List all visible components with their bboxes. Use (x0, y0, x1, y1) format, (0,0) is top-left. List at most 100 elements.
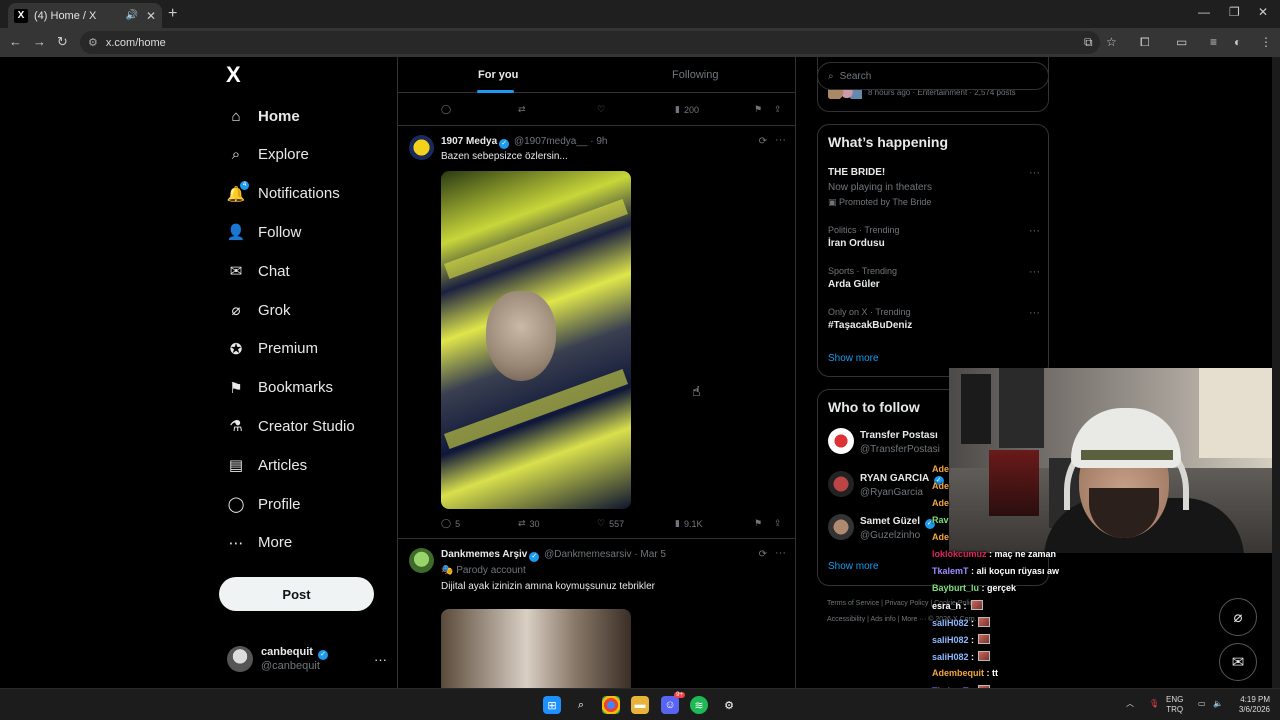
tab-following[interactable]: Following (672, 69, 718, 81)
tweet-author[interactable]: 1907 Medya (441, 136, 497, 147)
browser-menu-icon[interactable]: ⋮ (1260, 35, 1272, 49)
file-explorer-icon[interactable]: ▬ (631, 696, 649, 714)
taskbar-search-icon[interactable]: ⌕ (572, 696, 590, 714)
nav-item-notifications[interactable]: 🔔 4 Notifications (226, 179, 340, 209)
nav-item-profile[interactable]: ◯ Profile (226, 489, 301, 519)
parody-label: Parody account (456, 565, 526, 576)
trend-item[interactable]: Politics · Trending İran Ordusu ··· (828, 225, 1040, 249)
app-icon[interactable]: ⚙ (720, 696, 738, 714)
tweet-image[interactable] (441, 609, 631, 688)
nav-item-grok[interactable]: ⌀ Grok (226, 295, 290, 325)
repost-button[interactable]: ⇄ 30 (518, 518, 540, 529)
split-view-icon[interactable]: ▭ (1176, 35, 1187, 49)
trend-item[interactable]: Only on X · Trending #TaşacakBuDeniz ··· (828, 307, 1040, 331)
microphone-icon[interactable]: 🎙 (1149, 699, 1159, 709)
show-more-link[interactable]: Show more (828, 561, 879, 572)
views-button[interactable]: ▮ 9.1K (675, 518, 702, 529)
nav-item-premium[interactable]: ✪ Premium (226, 334, 318, 364)
tab-for-you[interactable]: For you (478, 69, 518, 81)
tweet-time[interactable]: · Mar 5 (634, 549, 666, 560)
tray-chevron-icon[interactable]: ︿ (1126, 699, 1134, 709)
grok-icon[interactable]: ⟳ (759, 136, 767, 147)
language-indicator[interactable]: ENG TRQ (1166, 695, 1183, 715)
like-button[interactable]: ♡ 557 (597, 518, 624, 529)
account-switcher[interactable]: canbequit ✓ @canbequit ··· (227, 644, 387, 674)
url-field[interactable]: ⚙ x.com/home (80, 31, 1100, 54)
nav-item-explore[interactable]: ⌕ Explore (226, 140, 309, 170)
grok-fab-icon[interactable]: ⌀ (1219, 598, 1257, 636)
chrome-icon[interactable] (602, 696, 620, 714)
trend-more-icon[interactable]: ··· (1029, 307, 1040, 319)
extensions-icon[interactable]: ⧠ (1140, 35, 1150, 50)
tweet-card[interactable]: Dankmemes Arşiv ✓ @Dankmemesarsiv · Mar 5… (398, 539, 795, 688)
tweet-handle[interactable]: @1907medya__ (514, 136, 588, 147)
nav-item-articles[interactable]: ▤ Articles (226, 450, 307, 480)
avatar (828, 514, 854, 540)
windows-start-icon[interactable]: ⊞ (543, 696, 561, 714)
share-icon[interactable]: ⇪ (774, 518, 782, 529)
tweet-video[interactable] (441, 171, 631, 509)
reply-button[interactable]: ◯ 5 (441, 518, 460, 529)
tweet-avatar[interactable] (409, 135, 434, 160)
post-button[interactable]: Post (219, 577, 374, 611)
views-button[interactable]: ▮ 200 (675, 104, 699, 115)
grok-icon[interactable]: ⟳ (759, 549, 767, 560)
install-icon[interactable]: ⧉ (1084, 35, 1093, 50)
nav-item-bookmarks[interactable]: ⚑ Bookmarks (226, 373, 333, 403)
volume-icon[interactable]: 🔈 (1213, 699, 1223, 709)
minimize-icon[interactable]: — (1198, 5, 1210, 19)
window-close-icon[interactable]: ✕ (1258, 5, 1268, 19)
tab-close-icon[interactable]: ✕ (146, 9, 156, 23)
nav-item-home[interactable]: ⌂ Home (226, 101, 299, 131)
address-bar-row: ← → ↻ ⚙ x.com/home ⧉ ☆ ⧠ ▭ ≡ ◐ ⋮ (0, 28, 1280, 57)
bookmark-icon[interactable]: ⚑ (754, 104, 762, 115)
tweet-card[interactable]: 1907 Medya ✓ @1907medya__ · 9h ⟳ ··· Baze… (398, 126, 795, 537)
nav-item-chat[interactable]: ✉ Chat (226, 256, 290, 286)
like-icon[interactable]: ♡ (597, 104, 605, 115)
trend-more-icon[interactable]: ··· (1029, 266, 1040, 278)
nav-item-follow[interactable]: 👤 Follow (226, 217, 302, 247)
account-more-icon[interactable]: ··· (374, 652, 387, 667)
show-more-link[interactable]: Show more (828, 353, 879, 364)
person-plus-icon: 👤 (226, 224, 246, 242)
messages-fab-icon[interactable]: ✉ (1219, 643, 1257, 681)
follow-handle: @Guzelzinho (860, 530, 921, 541)
bookmark-star-icon[interactable]: ☆ (1106, 35, 1117, 49)
bookmark-icon[interactable]: ⚑ (754, 518, 762, 529)
chat-emote-icon (978, 634, 991, 644)
speaker-icon[interactable]: 🔊 (125, 10, 137, 21)
reload-icon[interactable]: ↻ (57, 34, 68, 50)
share-icon[interactable]: ⇪ (774, 104, 782, 115)
restore-icon[interactable]: ❐ (1229, 5, 1240, 19)
x-logo-icon[interactable]: X (226, 64, 248, 86)
repost-icon[interactable]: ⇄ (518, 104, 526, 115)
trend-item[interactable]: THE BRIDE! Now playing in theaters ▣ Pro… (828, 167, 1040, 208)
chat-message: saliH082 : (932, 651, 991, 662)
tweet-author[interactable]: Dankmemes Arşiv (441, 549, 527, 560)
nav-item-more[interactable]: ⋯ More (226, 528, 293, 558)
tweet-more-icon[interactable]: ··· (775, 547, 786, 559)
trend-item[interactable]: Sports · Trending Arda Güler ··· (828, 266, 1040, 290)
site-info-icon[interactable]: ⚙ (88, 36, 98, 49)
new-tab-button[interactable]: + (168, 5, 177, 23)
tweet-handle[interactable]: @Dankmemesarsiv (544, 549, 631, 560)
forward-icon[interactable]: → (33, 34, 46, 49)
browser-tab[interactable]: X (4) Home / X 🔊 ✕ (8, 3, 162, 28)
reply-icon[interactable]: ◯ (441, 104, 451, 115)
trend-more-icon[interactable]: ··· (1029, 225, 1040, 237)
media-icon[interactable]: ≡ (1210, 35, 1217, 49)
search-input[interactable]: ⌕ Search (817, 62, 1049, 90)
back-icon[interactable]: ← (9, 34, 22, 49)
tweet-time[interactable]: · 9h (590, 136, 607, 147)
tweet-avatar[interactable] (409, 548, 434, 573)
nav-item-creator-studio[interactable]: ⚗ Creator Studio (226, 411, 354, 441)
discord-icon[interactable]: ☺ 9+ (661, 692, 685, 714)
clock[interactable]: 4:19 PM 3/6/2026 (1230, 695, 1270, 715)
spotify-icon[interactable]: ≋ (690, 696, 708, 714)
scrollbar[interactable] (1272, 57, 1280, 688)
profile-icon[interactable]: ◐ (1234, 35, 1241, 49)
network-icon[interactable]: ▭ (1198, 699, 1206, 709)
tweet-more-icon[interactable]: ··· (775, 134, 786, 146)
feed-column: For you Following ◯ ⇄ ♡ ▮ 200 ⚑ ⇪ 1907 Me… (397, 57, 796, 688)
trend-more-icon[interactable]: ··· (1029, 167, 1040, 179)
